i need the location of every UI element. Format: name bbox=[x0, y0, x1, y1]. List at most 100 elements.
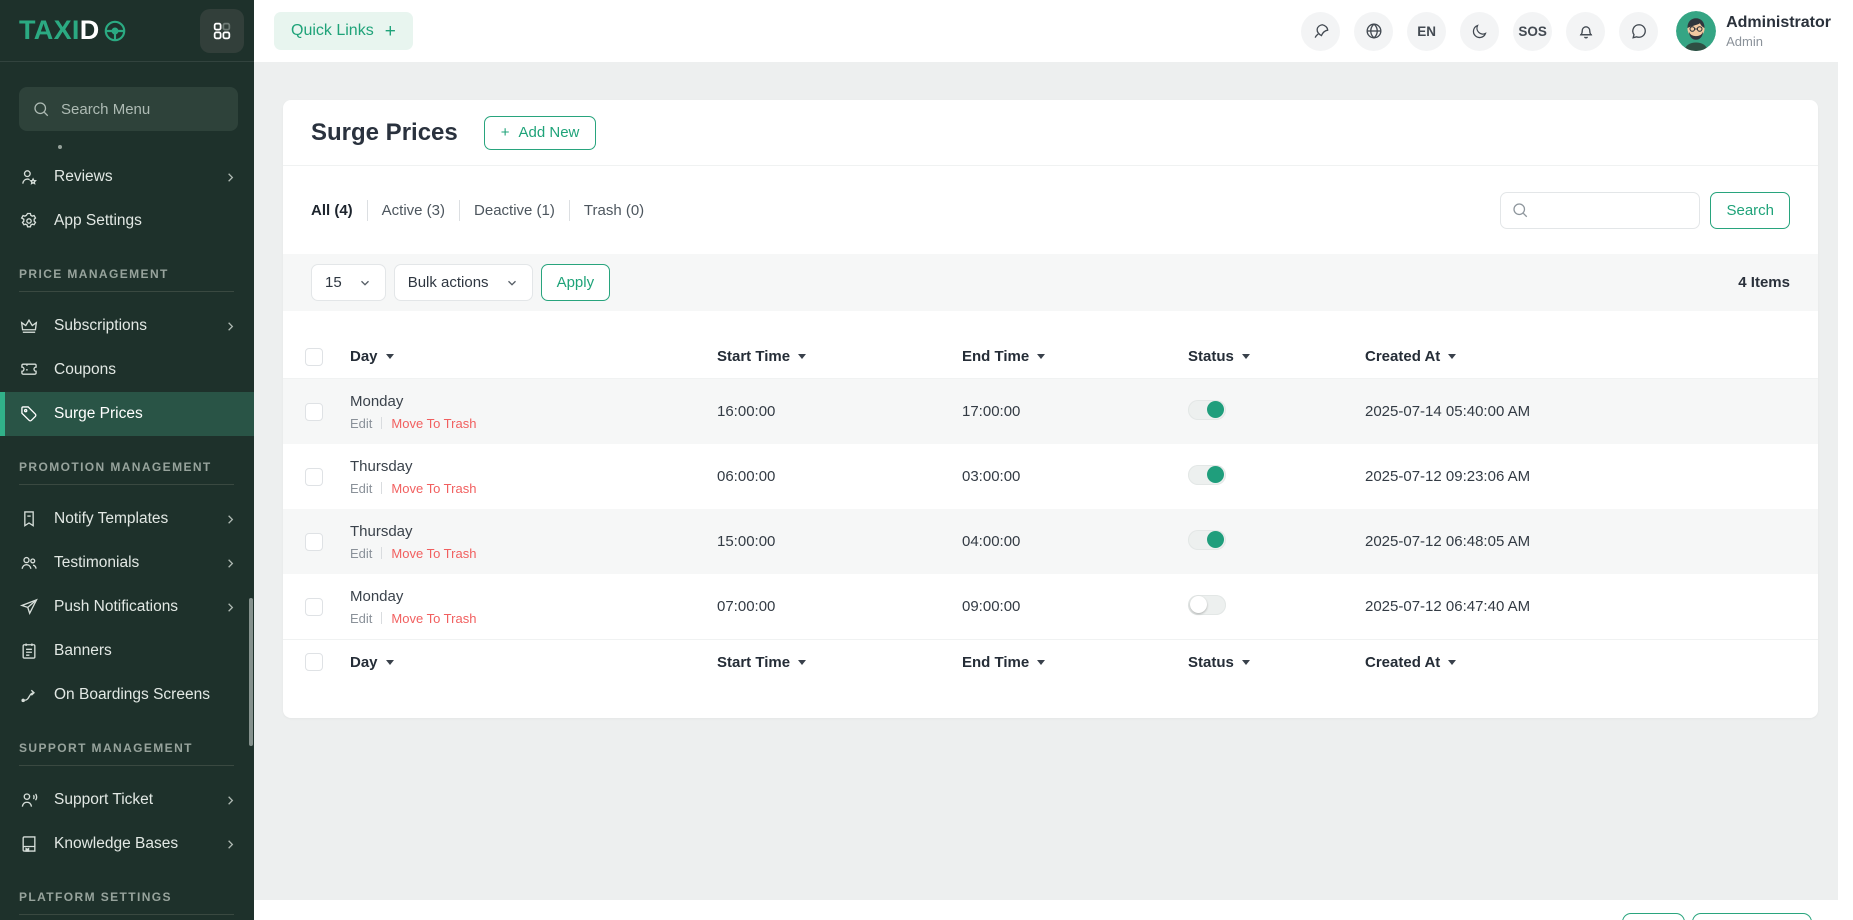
sidebar-item-app-settings[interactable]: App Settings bbox=[0, 199, 254, 243]
column-header-created-at[interactable]: Created At bbox=[1365, 348, 1818, 365]
edit-link[interactable]: Edit bbox=[350, 416, 372, 431]
tab-trash[interactable]: Trash (0) bbox=[569, 200, 658, 221]
notifications-button[interactable] bbox=[1566, 12, 1605, 51]
section-label: PLATFORM SETTINGS bbox=[19, 890, 234, 904]
column-footer-day[interactable]: Day bbox=[350, 654, 717, 671]
status-toggle[interactable] bbox=[1188, 400, 1226, 420]
partial-bottom-button[interactable] bbox=[1622, 913, 1685, 920]
edit-link[interactable]: Edit bbox=[350, 546, 372, 561]
created-at-value: 2025-07-12 06:48:05 AM bbox=[1365, 533, 1818, 550]
status-toggle[interactable] bbox=[1188, 595, 1226, 615]
column-header-end-time[interactable]: End Time bbox=[962, 348, 1188, 365]
column-header-start-time[interactable]: Start Time bbox=[717, 348, 962, 365]
select-all-checkbox[interactable] bbox=[305, 348, 323, 366]
sort-caret-icon bbox=[1448, 354, 1456, 359]
move-to-trash-link[interactable]: Move To Trash bbox=[391, 481, 476, 496]
edit-link[interactable]: Edit bbox=[350, 481, 372, 496]
column-header-day[interactable]: Day bbox=[350, 348, 717, 365]
tab-active[interactable]: Active (3) bbox=[367, 200, 459, 221]
search-input[interactable] bbox=[1537, 202, 1689, 219]
chevron-right-icon bbox=[223, 556, 238, 571]
people-icon bbox=[19, 553, 41, 573]
chevron-right-icon bbox=[223, 600, 238, 615]
partial-bottom-button[interactable] bbox=[1692, 913, 1812, 920]
tab-deactive[interactable]: Deactive (1) bbox=[459, 200, 569, 221]
dark-mode-button[interactable] bbox=[1460, 12, 1499, 51]
taxido-logo[interactable]: TAXID bbox=[19, 15, 128, 46]
chevron-right-icon bbox=[223, 319, 238, 334]
section-divider bbox=[19, 484, 234, 485]
status-toggle[interactable] bbox=[1188, 465, 1226, 485]
move-to-trash-link[interactable]: Move To Trash bbox=[391, 416, 476, 431]
sidebar-item-label: Notify Templates bbox=[54, 510, 168, 528]
column-footer-end-time[interactable]: End Time bbox=[962, 654, 1188, 671]
add-new-button[interactable]: + Add New bbox=[484, 116, 597, 150]
sidebar-item-notify-templates[interactable]: Notify Templates bbox=[0, 497, 254, 541]
row-checkbox[interactable] bbox=[305, 468, 323, 486]
user-menu[interactable]: Administrator Admin bbox=[1676, 11, 1831, 51]
column-footer-status[interactable]: Status bbox=[1188, 654, 1365, 671]
select-all-checkbox[interactable] bbox=[305, 653, 323, 671]
sidebar-item-coupons[interactable]: Coupons bbox=[0, 348, 254, 392]
move-to-trash-link[interactable]: Move To Trash bbox=[391, 611, 476, 626]
search-icon bbox=[32, 100, 50, 118]
sidebar-item-banners[interactable]: Banners bbox=[0, 629, 254, 673]
page-title: Surge Prices bbox=[311, 119, 458, 147]
column-footer-start-time[interactable]: Start Time bbox=[717, 654, 962, 671]
route-icon bbox=[19, 685, 41, 705]
row-checkbox[interactable] bbox=[305, 533, 323, 551]
messages-button[interactable] bbox=[1619, 12, 1658, 51]
action-separator bbox=[381, 547, 382, 559]
column-label: End Time bbox=[962, 654, 1029, 671]
created-at-value: 2025-07-12 09:23:06 AM bbox=[1365, 468, 1818, 485]
sidebar-item-label: Support Ticket bbox=[54, 791, 153, 809]
sidebar-item-push-notifications[interactable]: Push Notifications bbox=[0, 585, 254, 629]
crown-icon bbox=[19, 316, 41, 336]
column-footer-created-at[interactable]: Created At bbox=[1365, 654, 1818, 671]
sidebar-collapse-button[interactable] bbox=[200, 9, 244, 53]
column-label: Day bbox=[350, 654, 378, 671]
sos-button[interactable]: SOS bbox=[1513, 12, 1552, 51]
sidebar-section-price-management: PRICE MANAGEMENT bbox=[0, 243, 254, 292]
sidebar-scrollbar-thumb[interactable] bbox=[249, 598, 253, 746]
sidebar-item-label: Testimonials bbox=[54, 554, 139, 572]
sidebar-item-knowledge-bases[interactable]: Knowledge Bases bbox=[0, 822, 254, 866]
status-toggle[interactable] bbox=[1188, 530, 1226, 550]
table-row: Thursday Edit Move To Trash 06:00:00 03:… bbox=[283, 444, 1818, 509]
surge-prices-table: Day Start Time End Time Status Created A… bbox=[283, 335, 1818, 684]
sort-caret-icon bbox=[386, 660, 394, 665]
bulk-actions-value: Bulk actions bbox=[408, 274, 489, 291]
sidebar-item-testimonials[interactable]: Testimonials bbox=[0, 541, 254, 585]
sidebar-item-reviews[interactable]: Reviews bbox=[0, 155, 254, 199]
column-label: Status bbox=[1188, 348, 1234, 365]
row-checkbox[interactable] bbox=[305, 403, 323, 421]
moon-icon bbox=[1470, 22, 1489, 41]
sidebar-item-on-boardings-screens[interactable]: On Boardings Screens bbox=[0, 673, 254, 717]
table-header-row: Day Start Time End Time Status Created A… bbox=[283, 335, 1818, 379]
sidebar-item-support-ticket[interactable]: Support Ticket bbox=[0, 778, 254, 822]
search-button[interactable]: Search bbox=[1710, 192, 1790, 229]
quick-links-button[interactable]: Quick Links + bbox=[274, 12, 413, 50]
sidebar-item-label: Surge Prices bbox=[54, 405, 143, 423]
row-checkbox[interactable] bbox=[305, 598, 323, 616]
move-to-trash-link[interactable]: Move To Trash bbox=[391, 546, 476, 561]
per-page-select[interactable]: 15 bbox=[311, 264, 386, 301]
bulk-actions-select[interactable]: Bulk actions bbox=[394, 264, 533, 301]
start-time-value: 06:00:00 bbox=[717, 468, 962, 485]
language-en-button[interactable]: EN bbox=[1407, 12, 1446, 51]
search-icon bbox=[1511, 201, 1529, 219]
theme-customizer-button[interactable] bbox=[1301, 12, 1340, 51]
sidebar-item-label: Push Notifications bbox=[54, 598, 178, 616]
page-scrollbar-track[interactable] bbox=[1838, 62, 1853, 920]
language-globe-button[interactable] bbox=[1354, 12, 1393, 51]
column-header-status[interactable]: Status bbox=[1188, 348, 1365, 365]
sort-caret-icon bbox=[1448, 660, 1456, 665]
section-label: PROMOTION MANAGEMENT bbox=[19, 460, 234, 474]
edit-link[interactable]: Edit bbox=[350, 611, 372, 626]
apply-button[interactable]: Apply bbox=[541, 264, 611, 301]
column-label: Start Time bbox=[717, 654, 790, 671]
sidebar-item-subscriptions[interactable]: Subscriptions bbox=[0, 304, 254, 348]
sidebar-search-input[interactable]: Search Menu bbox=[19, 87, 238, 131]
sidebar-item-surge-prices[interactable]: Surge Prices bbox=[0, 392, 254, 436]
tab-all[interactable]: All (4) bbox=[311, 200, 367, 221]
